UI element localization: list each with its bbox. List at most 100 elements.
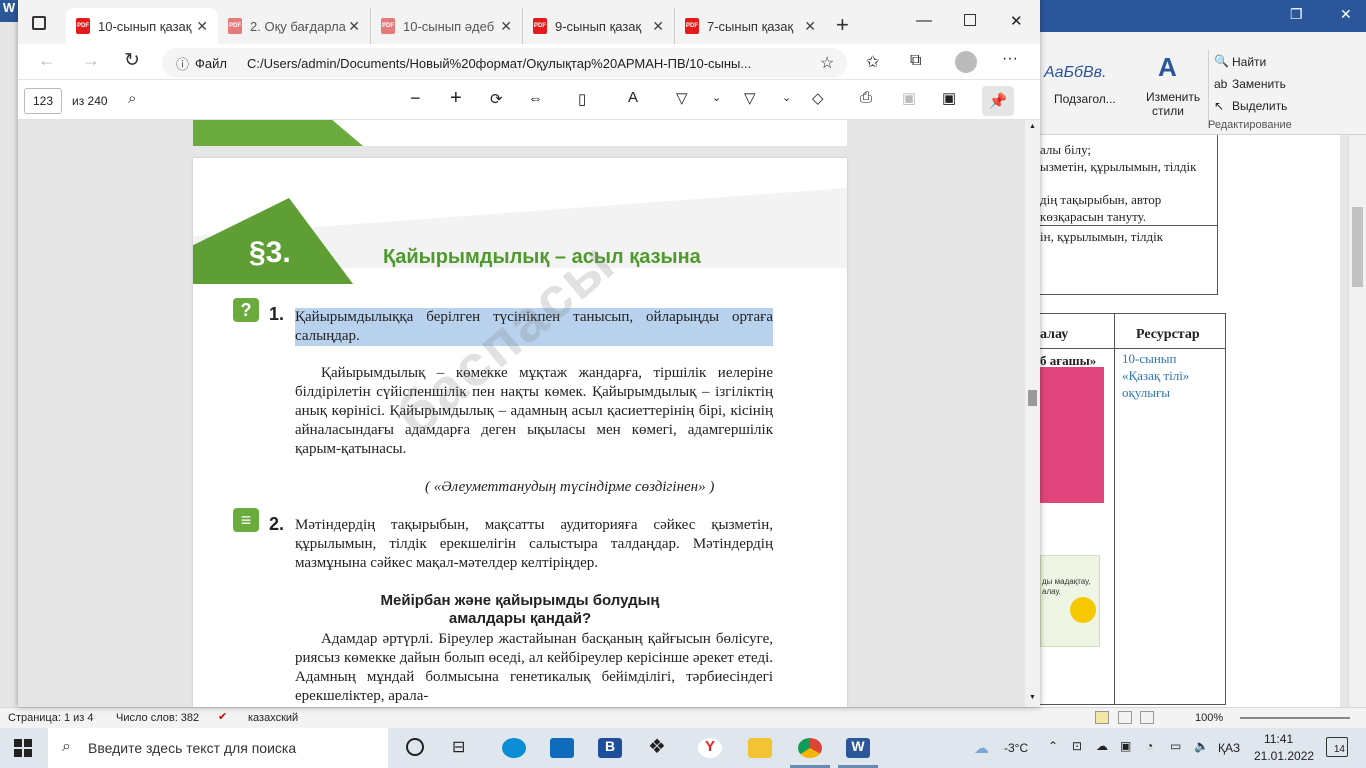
pdf-icon: PDF xyxy=(381,18,395,34)
close-icon[interactable]: ✕ xyxy=(804,18,816,35)
tab-10-literature[interactable]: PDF 10-сынып әдеб ✕ xyxy=(370,8,522,44)
tray-app-icon[interactable]: ⊡ xyxy=(1072,739,1082,753)
replace-button[interactable]: Заменить xyxy=(1232,77,1286,91)
page-count[interactable]: Страница: 1 из 4 xyxy=(8,712,94,724)
info-icon: ⓘ xyxy=(176,56,190,72)
tab-10-kazakh[interactable]: PDF 10-сынып қазақ ✕ xyxy=(66,8,218,44)
tab-reading-program[interactable]: PDF 2. Оқу бағдарла ✕ xyxy=(218,8,370,44)
print-icon[interactable]: ⎙ xyxy=(860,89,872,106)
close-icon[interactable]: ✕ xyxy=(1340,6,1352,23)
pdf-viewer[interactable]: §3. Қайырымдылық – асыл қазына ? 1. Қайы… xyxy=(18,120,1025,707)
pdf-scrollbar[interactable]: ▲ ▼ xyxy=(1025,120,1040,707)
search-icon[interactable]: ⌕ xyxy=(128,90,136,107)
style-preview[interactable]: АаБбВв. xyxy=(1044,64,1106,82)
subtitle: Мейірбан және қайырымды болудың xyxy=(380,592,660,609)
mail-icon[interactable] xyxy=(550,738,574,758)
favorites-icon[interactable]: ✩ xyxy=(866,52,879,72)
restore-icon[interactable]: ❐ xyxy=(1290,6,1303,23)
change-styles-label[interactable]: Изменить xyxy=(1146,90,1200,104)
collections-icon[interactable]: ⧉ xyxy=(910,52,921,70)
scroll-down-icon[interactable]: ▼ xyxy=(1029,694,1036,701)
eraser-icon[interactable]: ◇ xyxy=(812,89,824,107)
scroll-thumb[interactable] xyxy=(1028,390,1037,406)
word-icon[interactable]: W xyxy=(846,738,870,758)
refresh-icon[interactable]: ↻ xyxy=(124,49,140,72)
clock-date[interactable]: 21.01.2022 xyxy=(1254,749,1314,763)
pin-toolbar-icon[interactable]: 📌 xyxy=(982,86,1014,116)
cortana-icon[interactable] xyxy=(406,738,424,756)
notification-badge[interactable]: 14 xyxy=(1326,737,1348,757)
read-aloud-icon[interactable]: A xyxy=(628,89,638,106)
pdf-toolbar: 123 из 240 ⌕ − + ⟳ ⇔ ▯ A ▽ ⌄ ▽ ⌄ ◇ ⎙ ▣ ▣… xyxy=(18,82,1040,120)
word-app-icon[interactable]: W xyxy=(0,0,18,22)
minimize-icon[interactable]: — xyxy=(916,12,932,30)
tab-actions-icon[interactable] xyxy=(32,16,46,30)
style-name[interactable]: Подзагол... xyxy=(1054,92,1116,106)
change-styles-icon[interactable]: A xyxy=(1158,52,1186,82)
word-document[interactable]: алы білу; ызметін, құрылымын, тілдік дің… xyxy=(1040,135,1340,707)
cloud-icon[interactable]: ☁ xyxy=(1096,739,1108,753)
question-icon: ? xyxy=(233,298,259,322)
url-field[interactable]: ⓘ Файл C:/Users/admin/Documents/Новый%20… xyxy=(162,48,847,78)
chrome-icon[interactable] xyxy=(798,738,822,758)
find-button[interactable]: Найти xyxy=(1232,55,1266,69)
word-count[interactable]: Число слов: 382 xyxy=(116,712,199,724)
save-icon[interactable]: ▣ xyxy=(902,89,916,107)
zoom-level[interactable]: 100% xyxy=(1195,712,1223,724)
zoom-out-icon[interactable]: − xyxy=(410,88,421,109)
language[interactable]: казахский xyxy=(248,712,298,724)
new-tab-icon[interactable]: + xyxy=(836,12,849,38)
page-view-icon[interactable]: ▯ xyxy=(578,90,586,108)
highlight-icon[interactable]: ▽ xyxy=(744,89,756,107)
select-button[interactable]: Выделить xyxy=(1232,99,1287,113)
chevron-down-icon[interactable]: ⌄ xyxy=(712,91,721,104)
tray-up-icon[interactable]: ⌃ xyxy=(1048,739,1058,753)
yandex-icon[interactable]: Y xyxy=(698,738,722,758)
edge-icon[interactable] xyxy=(502,738,526,758)
volume-icon[interactable]: 🔈 xyxy=(1194,739,1209,753)
zoom-in-icon[interactable]: + xyxy=(450,87,462,110)
close-icon[interactable]: ✕ xyxy=(348,18,360,35)
scroll-thumb[interactable] xyxy=(1352,207,1363,287)
zoom-slider[interactable] xyxy=(1240,717,1350,719)
doc-line: алау xyxy=(1040,327,1069,342)
page-number-input[interactable]: 123 xyxy=(24,88,62,114)
word-scrollbar[interactable] xyxy=(1348,135,1366,707)
maximize-icon[interactable] xyxy=(964,14,976,26)
tray-app-icon[interactable]: ▣ xyxy=(1120,739,1131,753)
close-icon[interactable]: ✕ xyxy=(652,18,664,35)
avatar[interactable] xyxy=(955,51,977,73)
forward-icon[interactable]: → xyxy=(82,50,100,71)
file-explorer-icon[interactable] xyxy=(748,738,772,758)
tab-9-kazakh[interactable]: PDF 9-сынып қазақ ✕ xyxy=(522,8,674,44)
weather-temp[interactable]: -3°C xyxy=(1004,741,1028,755)
add-favorite-icon[interactable]: ☆ xyxy=(820,53,834,73)
task-view-icon[interactable]: ⊟ xyxy=(452,737,465,757)
proofing-icon[interactable]: ✔ xyxy=(218,710,227,723)
search-input[interactable]: ⌕ Введите здесь текст для поиска xyxy=(48,728,388,768)
save-as-icon[interactable]: ▣ xyxy=(942,89,956,107)
network-icon[interactable]: ◔ xyxy=(1146,739,1153,753)
windows-start-icon[interactable] xyxy=(14,739,32,757)
doc-line: ін, құрылымын, тілдік xyxy=(1040,229,1164,244)
web-layout-icon[interactable] xyxy=(1140,711,1154,724)
display-icon[interactable]: ▭ xyxy=(1170,739,1181,753)
close-window-icon[interactable]: ✕ xyxy=(1010,12,1023,30)
rotate-icon[interactable]: ⟳ xyxy=(490,90,503,108)
clock-time[interactable]: 11:41 xyxy=(1264,732,1293,746)
weather-icon[interactable]: ☁ xyxy=(974,739,989,757)
input-language[interactable]: ҚАЗ xyxy=(1218,741,1240,755)
tab-7-kazakh[interactable]: PDF 7-сынып қазақ ✕ xyxy=(674,8,826,44)
print-layout-icon[interactable] xyxy=(1118,711,1132,724)
bitrix-icon[interactable]: B xyxy=(598,738,622,758)
scroll-up-icon[interactable]: ▲ xyxy=(1029,123,1036,130)
chevron-down-icon[interactable]: ⌄ xyxy=(782,91,791,104)
more-icon[interactable]: ··· xyxy=(1002,50,1018,68)
dropbox-icon[interactable]: ❖ xyxy=(648,734,672,758)
fit-page-icon[interactable]: ⇔ xyxy=(528,90,543,107)
read-mode-icon[interactable] xyxy=(1095,711,1109,724)
close-icon[interactable]: ✕ xyxy=(196,18,208,35)
back-icon[interactable]: ← xyxy=(38,50,56,71)
close-icon[interactable]: ✕ xyxy=(500,18,512,35)
draw-icon[interactable]: ▽ xyxy=(676,89,688,107)
